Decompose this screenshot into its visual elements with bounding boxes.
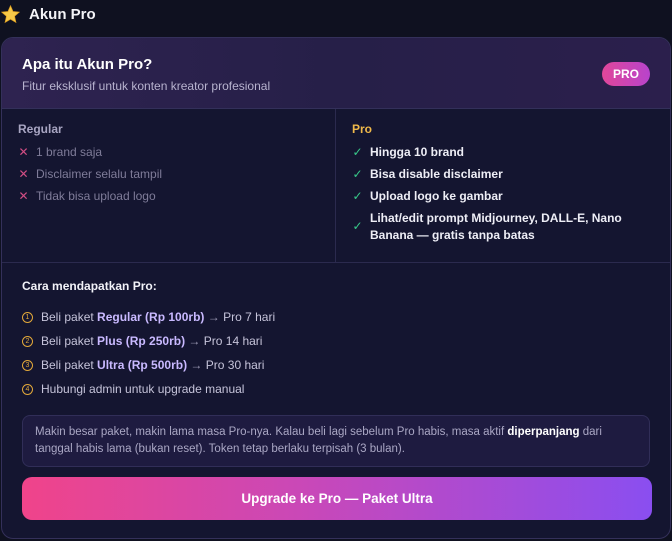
pro-feature: ✓ Bisa disable disclaimer [352,166,654,183]
page-header: Akun Pro [0,0,672,28]
how-to-get-pro: Cara mendapatkan Pro: 1 Beli paket Regul… [2,263,670,401]
info-note: Makin besar paket, makin lama masa Pro-n… [22,415,650,467]
step-text: Hubungi admin untuk upgrade manual [41,382,245,396]
step-number-badge: 3 [22,359,33,371]
feature-label: Disclaimer selalu tampil [36,167,163,181]
pro-feature: ✓ Upload logo ke gambar [352,188,654,205]
pro-feature: ✓ Hingga 10 brand [352,144,654,161]
step-item: 3 Beli paket Ultra (Rp 500rb) → Pro 30 h… [22,353,650,377]
note-emphasis: diperpanjang [507,426,580,438]
note-text: Makin besar paket, makin lama masa Pro-n… [35,426,508,438]
how-title: Cara mendapatkan Pro: [22,279,157,293]
step-text: Beli paket Plus (Rp 250rb) → Pro 14 hari [41,334,263,348]
step-number-badge: 2 [22,335,33,347]
feature-label: Upload logo ke gambar [370,189,503,203]
star-icon [0,4,21,23]
feature-label: Lihat/edit prompt Midjourney, DALL-E, Na… [370,211,622,242]
cross-icon: ✕ [18,189,29,203]
regular-feature: ✕ Tidak bisa upload logo [18,188,319,205]
regular-column: Regular ✕ 1 brand saja ✕ Disclaimer selalu… [2,109,336,262]
feature-label: 1 brand saja [36,145,103,159]
step-text: Beli paket Regular (Rp 100rb) → Pro 7 ha… [41,310,276,324]
cross-icon: ✕ [18,145,29,159]
pro-info-card: Apa itu Akun Pro? Fitur eksklusif untuk … [1,37,671,539]
feature-label: Bisa disable disclaimer [370,167,503,181]
card-subtitle: Fitur eksklusif untuk konten kreator pro… [22,79,271,93]
feature-label: Tidak bisa upload logo [36,189,156,203]
step-number-badge: 4 [22,383,33,395]
step-item: 4 Hubungi admin untuk upgrade manual [22,377,650,401]
regular-feature: ✕ 1 brand saja [18,144,319,161]
step-text: Beli paket Ultra (Rp 500rb) → Pro 30 har… [41,358,265,372]
feature-label: Hingga 10 brand [370,145,465,159]
step-item: 2 Beli paket Plus (Rp 250rb) → Pro 14 ha… [22,329,650,353]
check-icon: ✓ [352,145,363,159]
regular-heading: Regular [18,122,63,136]
pro-column: Pro ✓ Hingga 10 brand ✓ Bisa disable discl… [336,109,670,262]
regular-feature: ✕ Disclaimer selalu tampil [18,166,319,183]
card-title: Apa itu Akun Pro? [22,56,153,73]
step-number-badge: 1 [22,311,33,323]
check-icon: ✓ [352,219,363,233]
card-header: Apa itu Akun Pro? Fitur eksklusif untuk … [2,38,670,109]
page-title: Akun Pro [29,5,96,23]
pro-badge: PRO [601,62,650,86]
check-icon: ✓ [352,167,363,181]
cross-icon: ✕ [18,167,29,181]
upgrade-button[interactable]: Upgrade ke Pro — Paket Ultra [22,477,652,520]
pro-feature: ✓ Lihat/edit prompt Midjourney, DALL-E, N… [352,210,654,244]
check-icon: ✓ [352,189,363,203]
pro-heading: Pro [352,122,373,136]
plan-comparison: Regular ✕ 1 brand saja ✕ Disclaimer selalu… [2,109,670,263]
step-item: 1 Beli paket Regular (Rp 100rb) → Pro 7 … [22,305,650,329]
